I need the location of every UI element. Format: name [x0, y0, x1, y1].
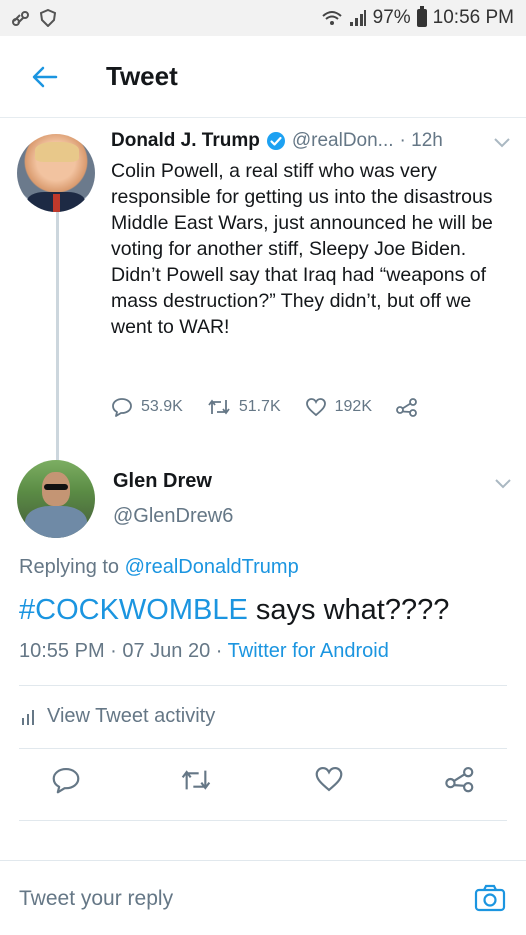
- reply-count: 53.9K: [141, 398, 183, 415]
- tweet-age: · 12h: [399, 130, 443, 151]
- share-icon: [396, 398, 417, 417]
- view-tweet-activity[interactable]: View Tweet activity: [21, 705, 215, 728]
- reply-action[interactable]: 53.9K: [111, 396, 183, 418]
- battery-percent: 97%: [372, 7, 411, 28]
- camera-button[interactable]: [474, 883, 506, 918]
- back-arrow-icon: [32, 66, 58, 87]
- retweet-action[interactable]: 51.7K: [207, 396, 281, 418]
- divider: [19, 748, 507, 749]
- activity-label: View Tweet activity: [47, 705, 216, 727]
- verified-badge-icon: [266, 131, 286, 151]
- app-header: Tweet: [0, 36, 526, 118]
- camera-icon: [474, 884, 506, 912]
- author-name[interactable]: Donald J. Trump: [111, 130, 260, 152]
- clock: 10:56 PM: [432, 7, 514, 28]
- avatar-body: [25, 506, 87, 538]
- source-link[interactable]: Twitter for Android: [228, 640, 389, 662]
- thread-connector-line: [56, 212, 59, 462]
- battery-icon: [416, 6, 427, 27]
- link-icon: [12, 11, 29, 26]
- divider: [19, 685, 507, 686]
- avatar-hair: [35, 142, 79, 162]
- avatar-tie: [53, 194, 60, 212]
- replying-prefix: Replying to: [19, 556, 120, 578]
- shield-icon: [40, 9, 56, 27]
- tweet-metadata: 10:55 PM · 07 Jun 20 · Twitter for Andro…: [19, 640, 389, 663]
- divider: [19, 820, 507, 821]
- share-icon: [445, 767, 474, 793]
- retweet-count: 51.7K: [238, 398, 281, 415]
- like-icon: [315, 766, 343, 792]
- reply-input[interactable]: Tweet your reply: [19, 887, 173, 911]
- back-button[interactable]: [0, 36, 90, 117]
- replying-to-line: Replying to @realDonaldTrump: [19, 556, 299, 579]
- chevron-down-icon[interactable]: [493, 132, 511, 154]
- status-bar: 97% 10:56 PM: [0, 0, 526, 36]
- reply-author-name[interactable]: Glen Drew: [113, 470, 212, 493]
- tweet-text: Colin Powell, a real stiff who was very …: [111, 160, 493, 338]
- like-icon: [305, 398, 326, 417]
- like-button[interactable]: [314, 765, 344, 798]
- like-action[interactable]: 192K: [305, 397, 372, 417]
- tweet-actions: 53.9K 51.7K 192K: [111, 396, 471, 418]
- reply-tweet-text: #COCKWOMBLE says what????: [19, 594, 449, 627]
- wifi-icon: [321, 11, 342, 25]
- status-left-icons: [10, 9, 56, 27]
- reply-icon: [52, 768, 80, 794]
- page-title: Tweet: [106, 61, 178, 91]
- hashtag-link[interactable]: #COCKWOMBLE: [19, 594, 248, 626]
- share-button[interactable]: [445, 765, 475, 798]
- reply-icon: [112, 398, 132, 417]
- chevron-down-icon[interactable]: [494, 476, 512, 494]
- share-action[interactable]: [396, 397, 418, 417]
- retweet-icon: [208, 399, 230, 415]
- author-handle[interactable]: @realDon...: [292, 130, 394, 152]
- status-right: 97% 10:56 PM: [321, 6, 514, 29]
- retweet-icon: [181, 770, 211, 790]
- tweet-header: Donald J. Trump @realDon... · 12h: [111, 130, 511, 152]
- retweet-button[interactable]: [180, 765, 212, 800]
- reply-button[interactable]: [51, 765, 81, 800]
- reply-composer: Tweet your reply: [0, 860, 526, 935]
- reply-text: says what????: [247, 594, 450, 626]
- avatar-sunglasses: [44, 484, 68, 490]
- reply-author-avatar[interactable]: [17, 460, 95, 538]
- like-count: 192K: [334, 398, 372, 415]
- reply-tweet-actions: [0, 765, 526, 805]
- replying-to-mention[interactable]: @realDonaldTrump: [125, 556, 299, 578]
- reply-author-handle[interactable]: @GlenDrew6: [113, 505, 233, 528]
- avatar[interactable]: [17, 134, 95, 212]
- timestamp: 10:55 PM · 07 Jun 20 ·: [19, 640, 228, 662]
- signal-icon: [349, 10, 366, 26]
- activity-bars-icon: [22, 709, 34, 725]
